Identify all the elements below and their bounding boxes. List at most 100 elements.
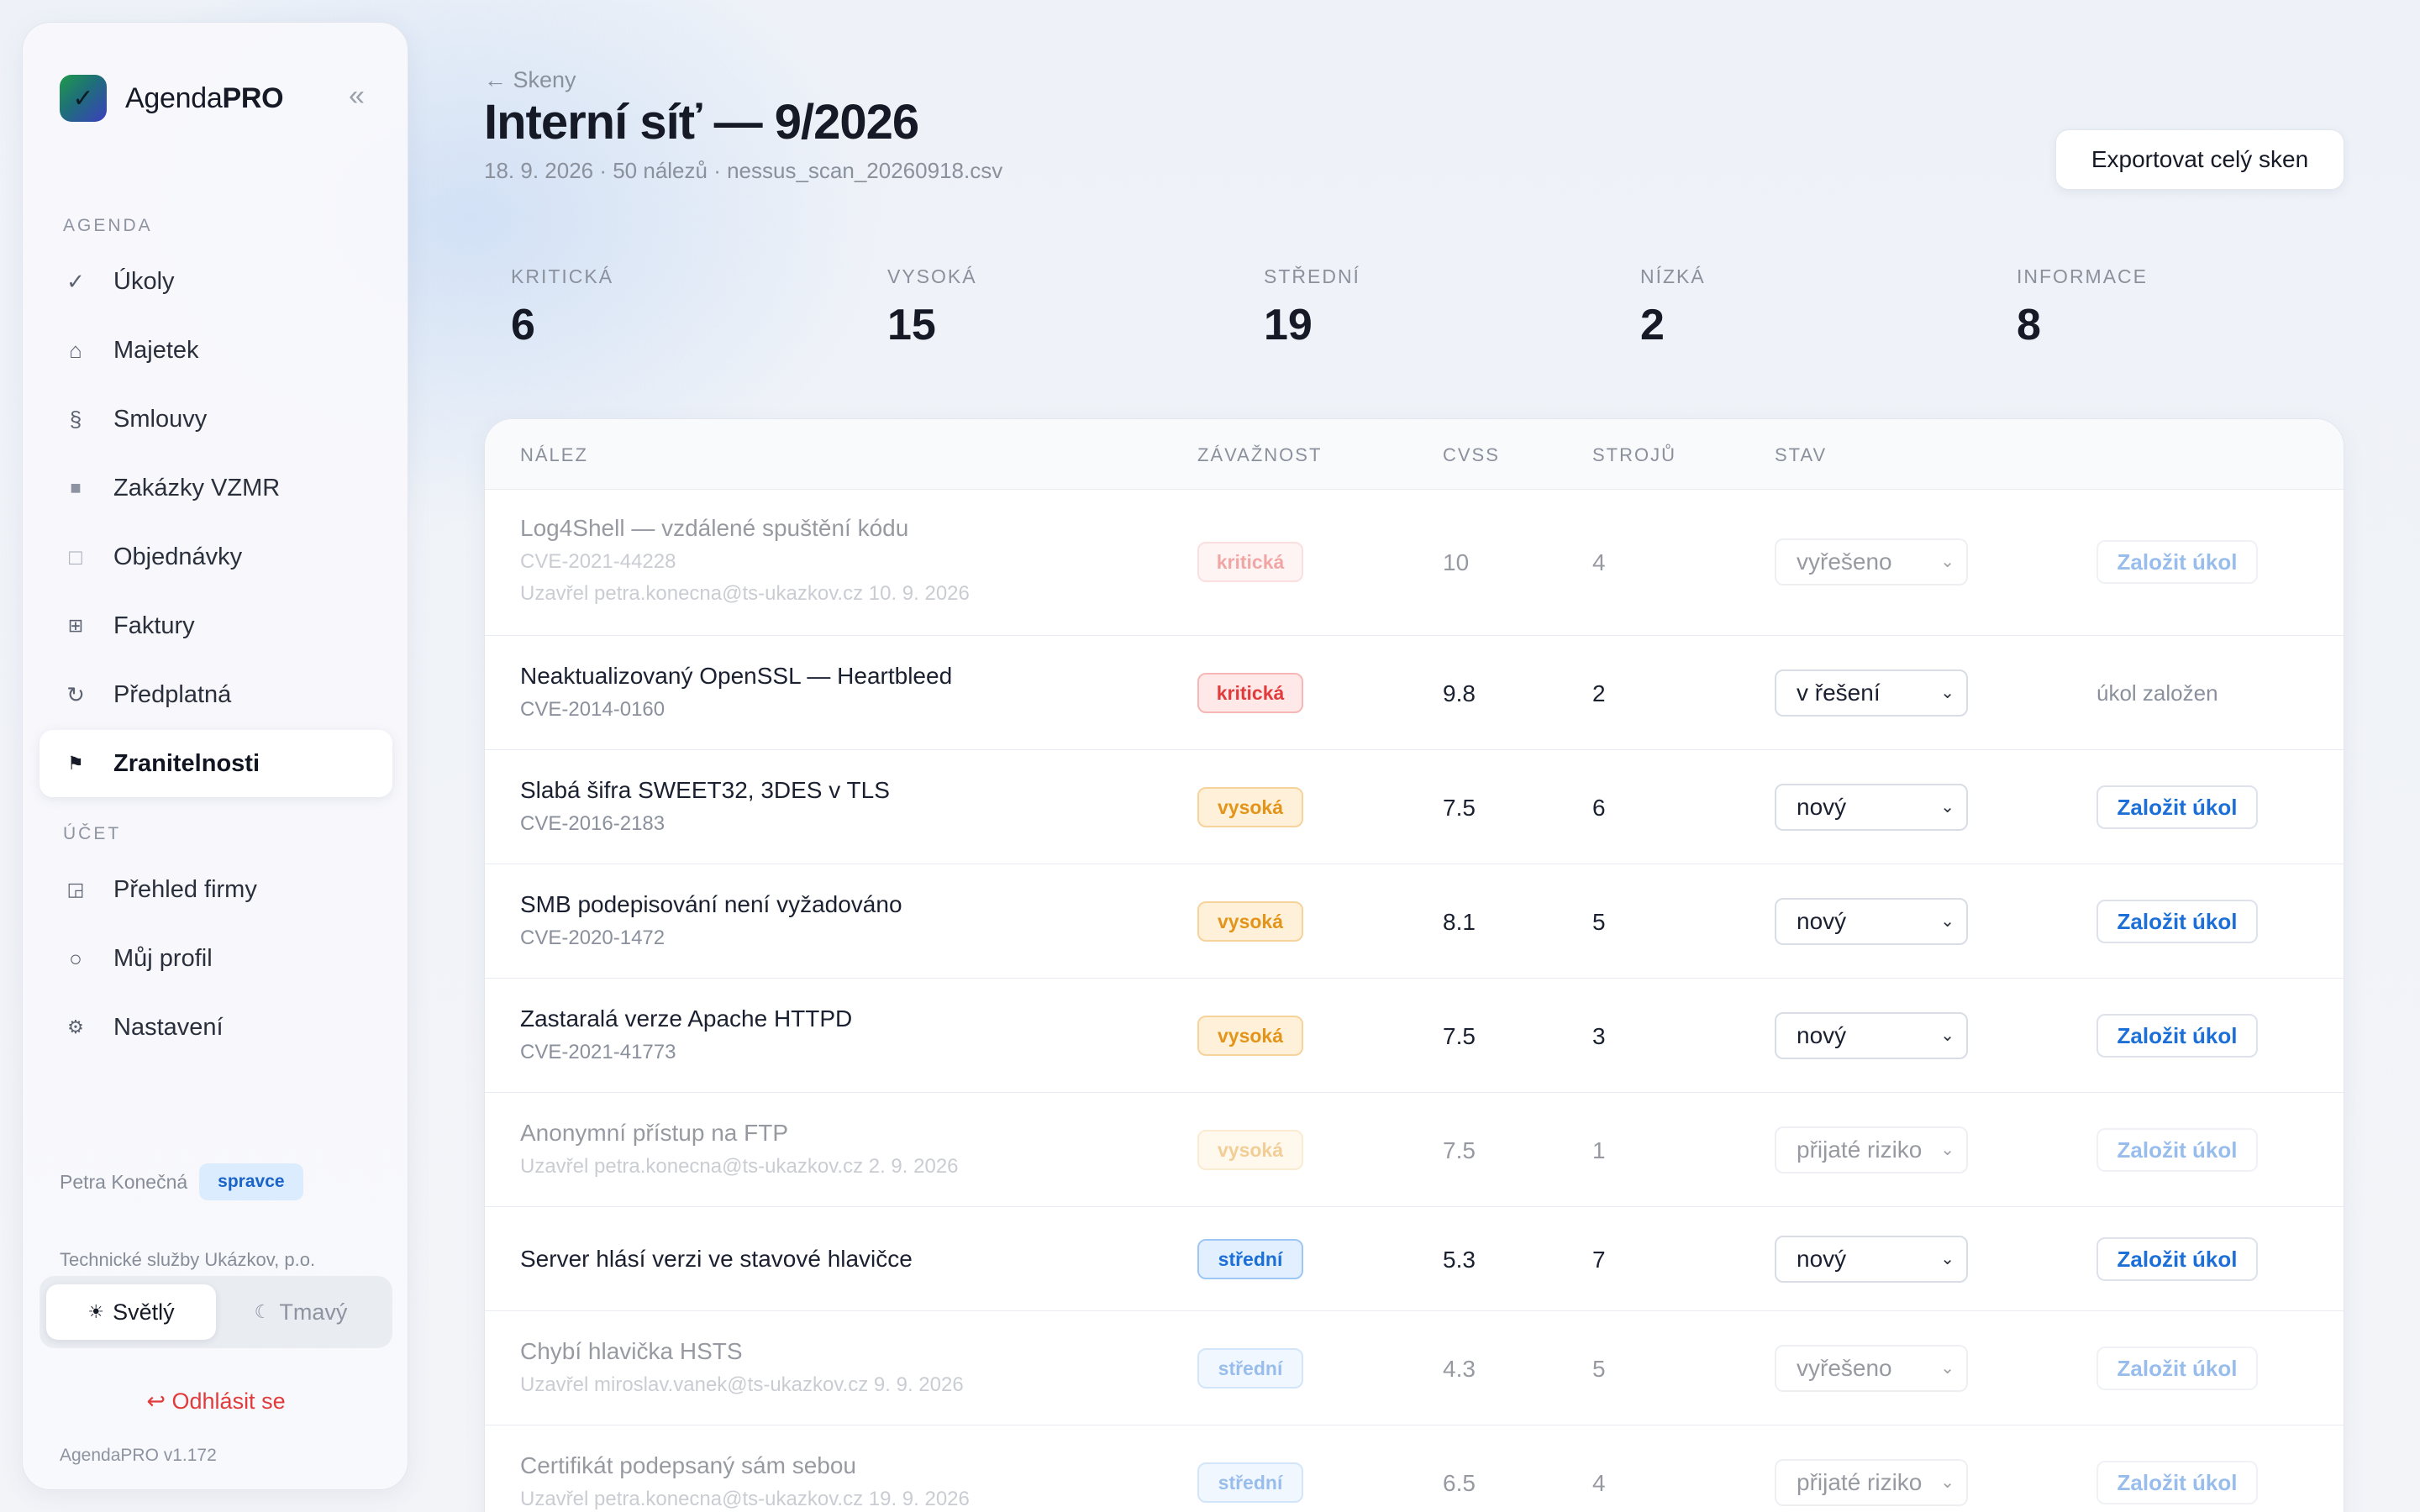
status-select[interactable]: nový ⌄ bbox=[1775, 1236, 1968, 1283]
stat-value: 19 bbox=[1264, 301, 1313, 349]
sun-icon: ☀ bbox=[87, 1301, 105, 1322]
stat-label: KRITICKÁ bbox=[511, 265, 614, 287]
column-header-hosts[interactable]: STROJŮ bbox=[1592, 444, 1676, 466]
sidebar-item-label: Nastavení bbox=[113, 1013, 224, 1041]
scan-meta: 18. 9. 2026 · 50 nálezů · nessus_scan_20… bbox=[484, 158, 1003, 183]
column-header-cvss[interactable]: CVSS bbox=[1443, 444, 1500, 466]
flag-icon: ⚑ bbox=[67, 753, 84, 774]
status-value: nový bbox=[1797, 1022, 1847, 1048]
stat-value: 8 bbox=[2017, 301, 2041, 349]
sidebar-item-label: Objednávky bbox=[113, 543, 243, 570]
create-task-button[interactable]: Založit úkol bbox=[2096, 540, 2258, 584]
sidebar-item-prehled-firmy[interactable]: ◲ Přehled firmy bbox=[39, 856, 392, 923]
finding-title: Neaktualizovaný OpenSSL — Heartbleed bbox=[520, 663, 953, 689]
sidebar-item-smlouvy[interactable]: § Smlouvy bbox=[39, 386, 392, 453]
theme-dark-label: Tmavý bbox=[279, 1299, 348, 1325]
status-value: nový bbox=[1797, 908, 1847, 934]
sidebar-item-faktury[interactable]: ⊞ Faktury bbox=[39, 592, 392, 659]
organization-name: Technické služby Ukázkov, p.o. bbox=[60, 1249, 316, 1270]
app-version: AgendaPRO v1.172 bbox=[60, 1446, 217, 1465]
theme-toggle: ☀ Světlý ☾ Tmavý bbox=[39, 1276, 392, 1348]
stat-label: NÍZKÁ bbox=[1640, 265, 1706, 287]
finding-closed-by: Uzavřel miroslav.vanek@ts-ukazkov.cz 9. … bbox=[520, 1373, 964, 1396]
finding-title: Zastaralá verze Apache HTTPD bbox=[520, 1005, 853, 1032]
theme-dark-option[interactable]: ☾ Tmavý bbox=[216, 1284, 386, 1340]
grid-icon: ⊞ bbox=[67, 615, 84, 636]
sidebar-item-nastaveni[interactable]: ⚙ Nastavení bbox=[39, 994, 392, 1061]
table-row: Slabá šifra SWEET32, 3DES v TLS CVE-2016… bbox=[485, 750, 2344, 864]
create-task-button[interactable]: Založit úkol bbox=[2096, 1347, 2258, 1390]
severity-badge: vysoká bbox=[1197, 1016, 1303, 1056]
cvss-value: 4.3 bbox=[1443, 1356, 1476, 1382]
status-select[interactable]: nový ⌄ bbox=[1775, 898, 1968, 945]
create-task-button[interactable]: Založit úkol bbox=[2096, 1237, 2258, 1281]
chevron-down-icon: ⌄ bbox=[1940, 1141, 1954, 1159]
create-task-button[interactable]: Založit úkol bbox=[2096, 785, 2258, 829]
status-select[interactable]: vyřešeno ⌄ bbox=[1775, 1345, 1968, 1392]
role-badge: spravce bbox=[199, 1163, 303, 1200]
export-scan-button[interactable]: Exportovat celý sken bbox=[2055, 129, 2344, 190]
sidebar-item-predplatna[interactable]: ↻ Předplatná bbox=[39, 661, 392, 728]
create-task-button[interactable]: Založit úkol bbox=[2096, 1128, 2258, 1172]
gear-icon: ⚙ bbox=[67, 1016, 84, 1037]
brand[interactable]: ✓ AgendaPRO bbox=[60, 75, 284, 122]
severity-badge: vysoká bbox=[1197, 1130, 1303, 1170]
column-header-severity[interactable]: ZÁVAŽNOST bbox=[1197, 444, 1322, 466]
chevron-down-icon: ⌄ bbox=[1940, 684, 1954, 702]
severity-badge: kritická bbox=[1197, 542, 1303, 582]
status-select[interactable]: přijaté riziko ⌄ bbox=[1775, 1126, 1968, 1173]
finding-title: Server hlásí verzi ve stavové hlavičce bbox=[520, 1246, 913, 1272]
stat-value: 2 bbox=[1640, 301, 1665, 349]
sidebar-item-ukoly[interactable]: ✓ Úkoly bbox=[39, 248, 392, 315]
hosts-count: 4 bbox=[1592, 1470, 1606, 1496]
theme-light-option[interactable]: ☀ Světlý bbox=[46, 1284, 216, 1340]
finding-cve: CVE-2016-2183 bbox=[520, 812, 666, 835]
status-select[interactable]: v řešení ⌄ bbox=[1775, 669, 1968, 717]
chevron-down-icon: ⌄ bbox=[1940, 1250, 1954, 1268]
sidebar-item-label: Předplatná bbox=[113, 680, 232, 708]
app-logo-check-icon: ✓ bbox=[60, 75, 107, 122]
column-header-status[interactable]: STAV bbox=[1775, 444, 1827, 466]
sidebar-item-label: Můj profil bbox=[113, 944, 213, 972]
hosts-count: 2 bbox=[1592, 680, 1606, 706]
sidebar-item-zakazky[interactable]: ■ Zakázky VZMR bbox=[39, 454, 392, 522]
status-select[interactable]: přijaté riziko ⌄ bbox=[1775, 1459, 1968, 1506]
severity-badge: vysoká bbox=[1197, 787, 1303, 827]
sidebar-item-majetek[interactable]: ⌂ Majetek bbox=[39, 317, 392, 384]
sidebar-item-zranitelnosti[interactable]: ⚑ Zranitelnosti bbox=[39, 730, 392, 797]
sidebar-item-label: Úkoly bbox=[113, 267, 175, 295]
severity-badge: střední bbox=[1197, 1348, 1303, 1389]
finding-title: Chybí hlavička HSTS bbox=[520, 1338, 743, 1364]
check-icon: ✓ bbox=[66, 268, 85, 294]
section-label-agenda: AGENDA bbox=[63, 216, 153, 235]
status-value: přijaté riziko bbox=[1797, 1137, 1923, 1163]
finding-cve: CVE-2021-41773 bbox=[520, 1041, 676, 1063]
hosts-count: 1 bbox=[1592, 1137, 1606, 1163]
task-created-label: úkol založen bbox=[2096, 680, 2218, 706]
sidebar-item-objednavky[interactable]: □ Objednávky bbox=[39, 523, 392, 591]
status-select[interactable]: nový ⌄ bbox=[1775, 784, 1968, 831]
column-header-finding[interactable]: NÁLEZ bbox=[520, 444, 588, 466]
cvss-value: 5.3 bbox=[1443, 1247, 1476, 1273]
chevron-down-icon: ⌄ bbox=[1940, 1473, 1954, 1492]
status-select[interactable]: vyřešeno ⌄ bbox=[1775, 538, 1968, 585]
status-value: nový bbox=[1797, 1246, 1847, 1272]
hosts-count: 4 bbox=[1592, 549, 1606, 575]
back-to-scans-link[interactable]: ← Skeny bbox=[484, 67, 576, 93]
create-task-button[interactable]: Založit úkol bbox=[2096, 1461, 2258, 1504]
logout-link[interactable]: ↩ Odhlásit se bbox=[23, 1389, 409, 1415]
profile-circle-icon: ○ bbox=[69, 945, 82, 971]
create-task-button[interactable]: Založit úkol bbox=[2096, 1014, 2258, 1058]
sidebar-item-muj-profil[interactable]: ○ Můj profil bbox=[39, 925, 392, 992]
collapse-sidebar-icon[interactable]: « bbox=[349, 80, 365, 113]
table-row: Chybí hlavička HSTS Uzavřel miroslav.van… bbox=[485, 1311, 2344, 1425]
finding-title: Certifikát podepsaný sám sebou bbox=[520, 1452, 856, 1478]
finding-title: SMB podepisování není vyžadováno bbox=[520, 891, 902, 917]
cvss-value: 8.1 bbox=[1443, 909, 1476, 935]
cvss-value: 7.5 bbox=[1443, 1023, 1476, 1049]
square-filled-icon: ■ bbox=[70, 477, 82, 498]
home-icon: ⌂ bbox=[69, 337, 82, 363]
create-task-button[interactable]: Založit úkol bbox=[2096, 900, 2258, 943]
severity-badge: střední bbox=[1197, 1462, 1303, 1503]
status-select[interactable]: nový ⌄ bbox=[1775, 1012, 1968, 1059]
